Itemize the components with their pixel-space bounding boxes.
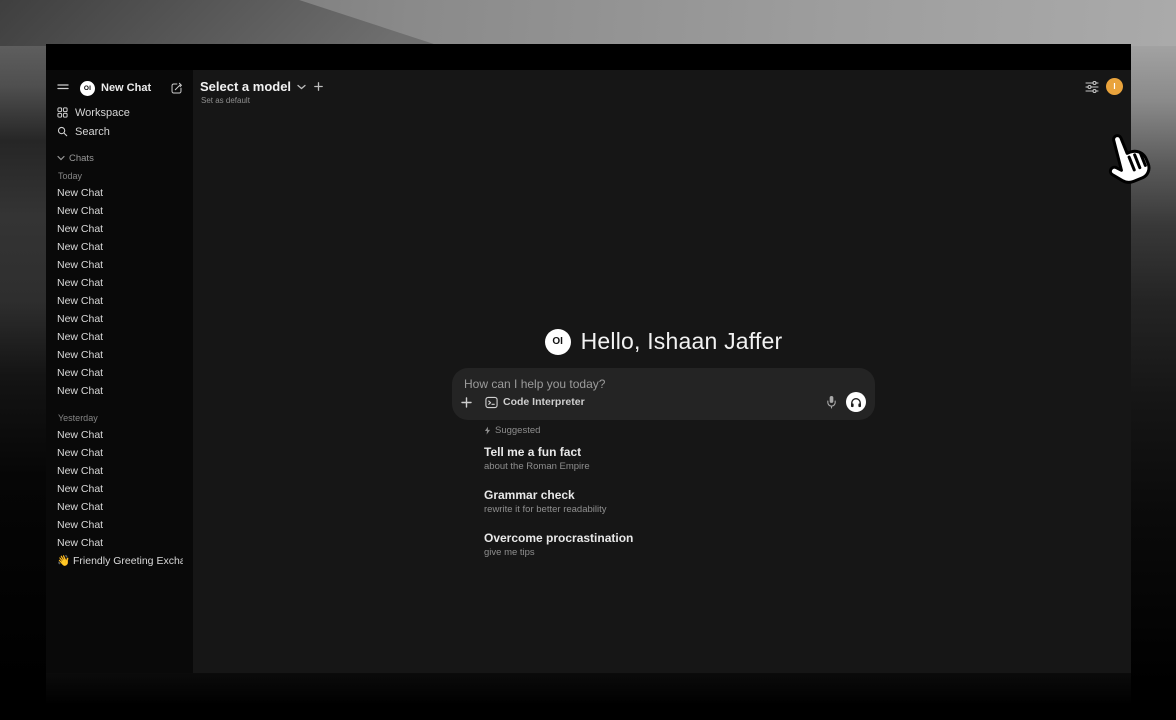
suggested-prompt-title: Tell me a fun fact [484,445,875,459]
suggested-prompt-title: Grammar check [484,488,875,502]
desktop: OI New Chat Workspace Searc [0,0,1176,720]
wallpaper-right [1131,46,1176,720]
workspace-icon [57,107,68,118]
suggested-header: Suggested [484,425,875,436]
code-interpreter-toggle[interactable]: Code Interpreter [485,396,585,409]
headphones-icon [850,397,862,408]
suggested-prompt-subtitle: about the Roman Empire [484,461,875,472]
code-interpreter-icon [485,396,498,409]
chat-item[interactable]: New Chat [57,202,183,220]
app-window: OI New Chat Workspace Searc [46,44,1131,673]
greeting-text: Hello, Ishaan Jaffer [581,328,783,355]
wallpaper-left [0,46,46,720]
header-right-controls: I [1085,78,1123,95]
model-selector[interactable]: Select a model [200,79,323,94]
chat-group-label: Today [58,171,183,181]
voice-call-button[interactable] [846,392,866,412]
chat-item[interactable]: New Chat [57,292,183,310]
openwebui-logo: OI [545,329,571,355]
suggested-prompt-subtitle: rewrite it for better readability [484,504,875,515]
openwebui-logo: OI [80,81,95,96]
search-label: Search [75,126,110,138]
attach-plus-icon[interactable] [461,397,472,408]
suggested-list: Tell me a fun fact about the Roman Empire… [484,445,875,558]
chat-item[interactable]: New Chat [57,220,183,238]
suggested-prompt[interactable]: Overcome procrastination give me tips [484,531,875,558]
chevron-down-icon [57,155,65,161]
sidebar-item-workspace[interactable]: Workspace [57,103,183,122]
set-default-link[interactable]: Set as default [201,96,250,105]
chat-group-label: Yesterday [58,413,183,423]
sidebar-toggle-icon[interactable] [57,83,69,93]
sidebar-item-search[interactable]: Search [57,122,183,141]
microphone-icon[interactable] [826,395,837,409]
new-chat-icon[interactable] [170,82,183,95]
chat-item[interactable]: New Chat [57,534,183,552]
suggested-prompt[interactable]: Tell me a fun fact about the Roman Empire [484,445,875,472]
greeting: OI Hello, Ishaan Jaffer [452,328,875,355]
chats-label: Chats [69,153,94,164]
message-composer[interactable]: How can I help you today? Code Interpret… [452,368,875,420]
window-titlebar [46,44,1131,70]
model-selector-label: Select a model [200,79,291,94]
chat-item[interactable]: New Chat [57,516,183,534]
add-model-icon[interactable] [314,82,323,91]
chat-item[interactable]: New Chat [57,310,183,328]
user-avatar[interactable]: I [1106,78,1123,95]
wallpaper-bottom [46,673,1131,720]
chat-item[interactable]: 👋 Friendly Greeting Exchange [57,552,183,570]
main-area: Select a model Set as default I [193,70,1131,673]
chat-item[interactable]: New Chat [57,328,183,346]
composer-toolbar: Code Interpreter [452,390,875,414]
suggested-prompt[interactable]: Grammar check rewrite it for better reada… [484,488,875,515]
chevron-down-icon [297,84,306,90]
sidebar: OI New Chat Workspace Searc [46,70,193,673]
chat-item[interactable]: New Chat [57,426,183,444]
main-header: Select a model Set as default I [193,70,1131,114]
suggested-label: Suggested [495,425,540,436]
suggested-prompt-subtitle: give me tips [484,547,875,558]
chat-item[interactable]: New Chat [57,274,183,292]
chat-list: TodayNew ChatNew ChatNew ChatNew ChatNew… [57,171,183,570]
chat-item[interactable]: New Chat [57,238,183,256]
sidebar-header: OI New Chat [57,78,183,98]
controls-sliders-icon[interactable] [1085,81,1099,93]
chat-item[interactable]: New Chat [57,346,183,364]
app-body: OI New Chat Workspace Searc [46,70,1131,673]
sidebar-app-title: New Chat [101,82,170,94]
bolt-icon [484,426,491,435]
chats-section-toggle[interactable]: Chats [57,152,183,164]
chat-item[interactable]: New Chat [57,364,183,382]
chat-item[interactable]: New Chat [57,184,183,202]
code-interpreter-label: Code Interpreter [503,396,585,408]
search-icon [57,126,68,137]
message-input[interactable]: How can I help you today? [464,377,863,391]
suggested-prompt-title: Overcome procrastination [484,531,875,545]
chat-item[interactable]: New Chat [57,256,183,274]
chat-item[interactable]: New Chat [57,444,183,462]
chat-item[interactable]: New Chat [57,498,183,516]
suggested-section: Suggested Tell me a fun fact about the Ro… [484,425,875,574]
chat-item[interactable]: New Chat [57,382,183,400]
chat-item[interactable]: New Chat [57,480,183,498]
chat-item[interactable]: New Chat [57,462,183,480]
workspace-label: Workspace [75,107,130,119]
